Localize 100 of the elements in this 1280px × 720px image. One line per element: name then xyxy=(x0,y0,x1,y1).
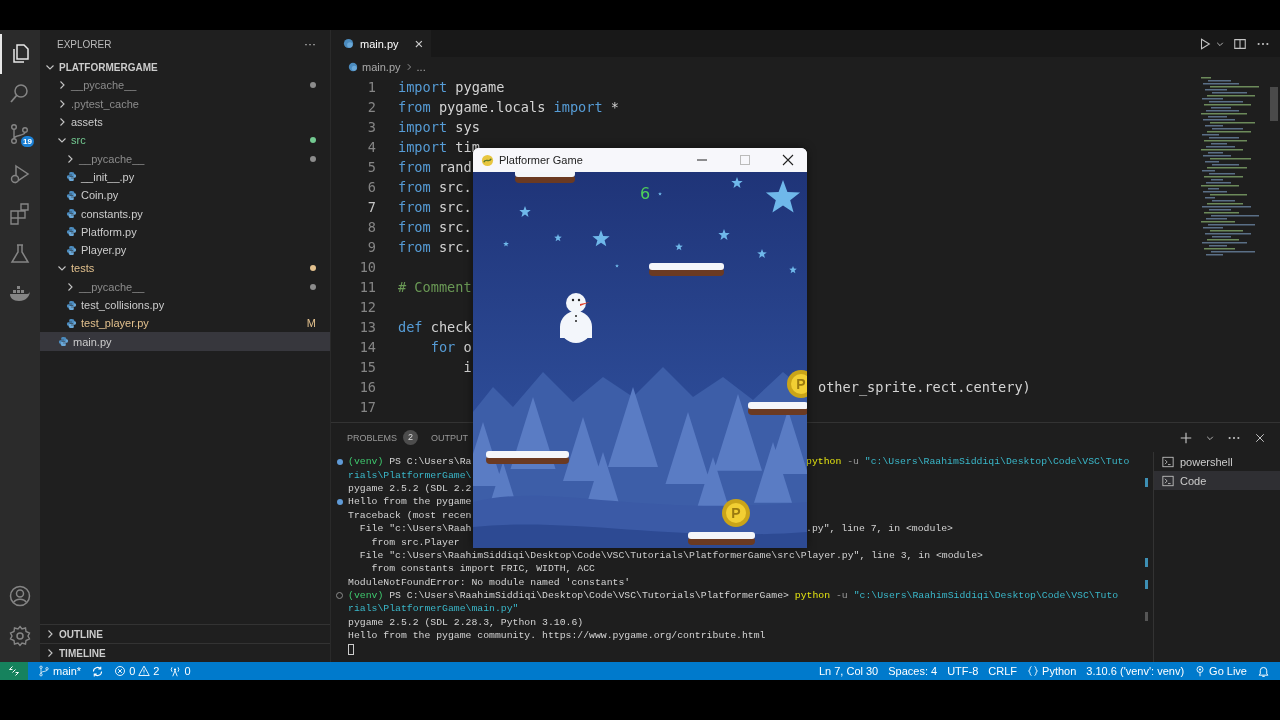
plus-icon[interactable] xyxy=(1179,430,1193,445)
run-icon[interactable] xyxy=(1198,36,1212,51)
sync-icon[interactable] xyxy=(91,664,105,678)
terminal-text: pygame 2.5.2 (SDL 2.2 xyxy=(348,482,472,494)
status-item[interactable]: Ln 7, Col 30 xyxy=(818,665,879,677)
workspace-name: PLATFORMERGAME xyxy=(59,61,158,73)
folder-name: __pycache__ xyxy=(79,280,145,293)
folder-item[interactable]: tests xyxy=(40,259,330,278)
file-item[interactable]: Coin.py xyxy=(40,186,330,205)
split-editor-icon[interactable] xyxy=(1233,36,1247,51)
terminal-cursor xyxy=(348,643,354,655)
file-name: test_player.py xyxy=(81,317,149,330)
extensions-icon[interactable] xyxy=(8,202,32,226)
breadcrumb[interactable]: main.py xyxy=(362,61,401,73)
status-item[interactable]: 3.10.6 ('venv': venv) xyxy=(1086,665,1185,677)
file-item[interactable]: Platform.py xyxy=(40,222,330,241)
code-text: from pygame.locals import * xyxy=(398,99,619,115)
command-success-dot xyxy=(336,458,343,465)
branch-icon xyxy=(38,665,50,677)
workspace-folder[interactable]: PLATFORMERGAME xyxy=(40,58,330,77)
run-debug-icon[interactable] xyxy=(8,162,32,186)
broadcast-icon xyxy=(169,665,182,677)
file-name: main.py xyxy=(73,335,112,348)
file-item[interactable]: __init__.py xyxy=(40,167,330,187)
bell-icon[interactable] xyxy=(1257,664,1270,678)
star-icon xyxy=(554,234,562,242)
language-mode[interactable]: Python xyxy=(1027,665,1077,677)
file-name: __init__.py xyxy=(81,170,135,183)
chevron-down-icon[interactable] xyxy=(1216,39,1224,48)
terminal-text: (venv) PS C:\Users\RaahimSiddiqi\Desktop\Code\VSC\Tutorials\PlatformerGame> python -u "c:\Users\RaahimSiddiqi\Desktop\Code\VSC\Tuto xyxy=(348,590,1119,602)
terminal-text: rials\PlatformerGame\ xyxy=(348,469,472,481)
section-title: TIMELINE xyxy=(59,647,106,659)
snowy-platform xyxy=(688,532,755,545)
chevron-down-icon[interactable] xyxy=(1206,433,1214,442)
folder-item[interactable]: __pycache__ xyxy=(40,277,330,296)
star-icon xyxy=(789,266,797,274)
branch-status[interactable]: main* xyxy=(38,665,82,677)
line-number: 17 xyxy=(358,399,376,415)
line-number: 1 xyxy=(366,79,376,95)
star-icon xyxy=(503,241,509,247)
folder-item[interactable]: src xyxy=(40,131,330,150)
code-text: from src. xyxy=(398,239,472,255)
error-icon xyxy=(114,665,127,677)
folder-item[interactable]: __pycache__ xyxy=(40,76,330,95)
terminal-text: python -u "c:\Users\RaahimSiddiqi\Desktop\Code\VSC\Tuto xyxy=(806,456,1130,468)
section-header[interactable]: OUTLINE xyxy=(40,624,330,643)
file-item[interactable]: Player.py xyxy=(40,240,330,260)
star-icon xyxy=(765,180,801,213)
status-item[interactable]: CRLF xyxy=(988,665,1018,677)
panel-tab[interactable]: OUTPUT xyxy=(431,432,468,443)
folder-item[interactable]: __pycache__ xyxy=(40,149,330,168)
section-title: OUTLINE xyxy=(59,628,103,640)
editor-tab[interactable]: main.py × xyxy=(331,30,432,57)
line-number: 2 xyxy=(366,99,376,115)
more-actions-button[interactable]: ··· xyxy=(304,37,316,51)
ports-status[interactable]: 0 xyxy=(169,665,191,677)
sidebar-title: EXPLORER xyxy=(57,38,112,50)
folder-item[interactable]: assets xyxy=(40,112,330,132)
python-file-icon xyxy=(348,62,358,72)
star-icon xyxy=(592,230,610,247)
file-item[interactable]: test_collisions.py xyxy=(40,295,330,315)
file-item[interactable]: main.py xyxy=(40,332,330,351)
testing-icon[interactable] xyxy=(8,242,32,266)
line-number: 6 xyxy=(366,179,376,195)
terminal-item[interactable]: powershell xyxy=(1154,452,1280,471)
terminal-text: from src.Player xyxy=(370,536,460,548)
remote-button[interactable] xyxy=(0,662,28,680)
modified-label: M xyxy=(306,317,316,330)
error-count: 0 xyxy=(129,665,136,677)
breadcrumb[interactable]: ... xyxy=(416,61,426,73)
folder-name: assets xyxy=(71,116,103,129)
terminal-item[interactable]: Code xyxy=(1154,471,1280,490)
go-live-button[interactable]: Go Live xyxy=(1194,665,1247,677)
star-icon xyxy=(519,206,531,217)
coin-drawing: P xyxy=(722,499,750,527)
terminal-icon xyxy=(1162,455,1174,468)
folder-name: __pycache__ xyxy=(71,79,137,92)
status-item[interactable]: UTF-8 xyxy=(947,665,979,677)
problems-status[interactable]: 0 2 xyxy=(114,665,160,677)
star-icon xyxy=(615,264,619,268)
chevron-right-icon xyxy=(404,63,413,71)
code-text: from rand xyxy=(398,159,472,175)
settings-icon[interactable] xyxy=(8,624,32,648)
status-item[interactable]: Spaces: 4 xyxy=(888,665,938,677)
close-icon[interactable] xyxy=(1254,431,1266,444)
tab-label: main.py xyxy=(360,37,399,50)
file-name: Coin.py xyxy=(81,189,119,202)
folder-item[interactable]: .pytest_cache xyxy=(40,94,330,113)
scrollbar-thumb[interactable] xyxy=(1270,87,1278,121)
file-item[interactable]: constants.py xyxy=(40,204,330,223)
line-number: 9 xyxy=(366,239,376,255)
command-success-dot xyxy=(336,498,343,505)
star-icon xyxy=(675,243,683,251)
close-button[interactable]: × xyxy=(414,35,424,52)
line-number: 11 xyxy=(358,279,376,295)
terminal-name: powershell xyxy=(1180,455,1233,468)
panel-tab[interactable]: PROBLEMS 2 xyxy=(347,430,418,445)
account-icon[interactable] xyxy=(8,584,32,608)
file-item[interactable]: test_player.py M xyxy=(40,314,330,333)
line-number: 3 xyxy=(366,119,376,135)
